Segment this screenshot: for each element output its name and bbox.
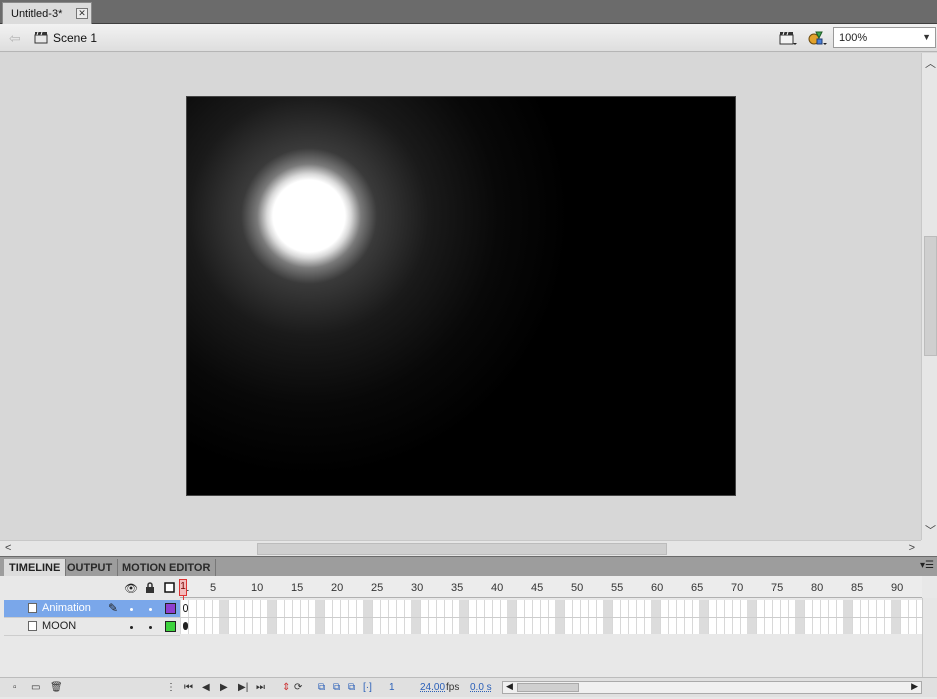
loop-icon[interactable]: ⟳ — [294, 682, 302, 693]
panel-tab-bar: TIMELINE OUTPUT MOTION EDITOR ▾☰ — [0, 556, 937, 577]
onion-skin-outlines-icon[interactable]: ⧉ — [333, 682, 340, 693]
panel-menu-icon[interactable]: ▾☰ — [920, 560, 934, 571]
scroll-up-icon[interactable]: ︿ — [925, 55, 936, 71]
scroll-right-icon[interactable]: ▶ — [911, 681, 918, 692]
back-arrow-icon[interactable]: ⇦ — [9, 30, 21, 47]
visibility-dot[interactable] — [130, 608, 133, 611]
layer-color-swatch[interactable] — [165, 603, 176, 614]
scroll-left-icon[interactable]: < — [5, 542, 11, 554]
keyframe[interactable] — [183, 622, 188, 630]
layer-name[interactable]: MOON — [42, 620, 76, 632]
pencil-icon: ✎ — [108, 601, 119, 615]
ruler-number: 75 — [771, 582, 784, 594]
last-frame-icon[interactable]: ⏭ — [256, 682, 265, 693]
scroll-down-icon[interactable]: ﹀ — [925, 522, 936, 538]
zoom-select[interactable]: 100% ▼ — [833, 27, 936, 48]
lock-dot[interactable] — [149, 608, 152, 611]
ruler-number: 30 — [411, 582, 424, 594]
ruler-number: 65 — [691, 582, 704, 594]
new-folder-icon[interactable]: ▭ — [31, 682, 40, 693]
layer-icon — [28, 603, 37, 613]
eye-icon[interactable]: 👁 — [124, 582, 138, 595]
edit-multiple-frames-icon[interactable]: ⧉ — [348, 682, 355, 693]
scrollbar-thumb[interactable] — [924, 236, 937, 356]
ruler-number: 45 — [531, 582, 544, 594]
edit-symbols-icon[interactable] — [806, 29, 828, 47]
onion-skin-icon[interactable]: ⧉ — [318, 682, 325, 693]
tab-output[interactable]: OUTPUT — [62, 559, 119, 577]
ruler-number: 50 — [571, 582, 584, 594]
ruler-number: 5 — [210, 582, 217, 594]
layer-icon — [28, 621, 37, 631]
stage-canvas[interactable] — [186, 96, 736, 496]
layer-name[interactable]: Animation — [42, 602, 91, 614]
ruler-number: 20 — [331, 582, 344, 594]
center-frame-icon[interactable]: ⇕ — [282, 682, 290, 693]
frame-rate-field[interactable]: 24.00 — [420, 682, 445, 693]
modify-onion-markers-icon[interactable]: [·] — [363, 682, 372, 693]
new-layer-icon[interactable]: ▫ — [13, 682, 17, 693]
ruler-number: 70 — [731, 582, 744, 594]
close-icon[interactable]: ✕ — [76, 8, 88, 19]
tab-motion-editor[interactable]: MOTION EDITOR — [117, 559, 217, 577]
chevron-down-icon: ▼ — [922, 32, 931, 42]
layer-row-moon[interactable]: MOON — [4, 618, 180, 636]
ruler-number: 90 — [891, 582, 904, 594]
ruler-number: 10 — [251, 582, 264, 594]
timeline-status-bar: ▫ ▭ 🗑 ⋮ ⏮ ◀ ▶ ▶| ⏭ ⇕ ⟳ ⧉ ⧉ ⧉ [·] 1 24.00… — [0, 677, 937, 697]
scene-label[interactable]: Scene 1 — [53, 31, 97, 45]
next-frame-icon[interactable]: ▶| — [238, 682, 248, 693]
lock-dot[interactable] — [149, 626, 152, 629]
timeline-vertical-scrollbar[interactable] — [922, 598, 937, 678]
previous-frame-icon[interactable]: ◀ — [202, 682, 210, 693]
scroll-right-icon[interactable]: > — [909, 542, 915, 554]
layer-color-swatch[interactable] — [165, 621, 176, 632]
trash-icon[interactable]: 🗑 — [50, 682, 63, 693]
ruler-number: 55 — [611, 582, 624, 594]
frame-ruler[interactable]: 1 5 10 15 20 25 30 35 40 45 50 55 60 65 … — [180, 576, 922, 598]
lock-icon[interactable] — [145, 582, 155, 596]
edit-scene-icon[interactable] — [778, 29, 798, 47]
tab-timeline[interactable]: TIMELINE — [4, 559, 67, 577]
ruler-number: 15 — [291, 582, 304, 594]
ruler-number: 25 — [371, 582, 384, 594]
first-frame-icon[interactable]: ⏮ — [184, 682, 193, 693]
flash-app-window: Untitled-3* ✕ ⇦ Scene 1 100% ▼ ︿ ﹀ < > T… — [0, 0, 937, 699]
blank-keyframe[interactable] — [183, 604, 188, 612]
grip-icon: ⋮ — [166, 682, 176, 693]
timeline-horizontal-scrollbar[interactable]: ◀ ▶ — [502, 681, 922, 694]
ruler-number: 40 — [491, 582, 504, 594]
frame-row-animation[interactable] — [180, 600, 922, 618]
play-icon[interactable]: ▶ — [220, 682, 228, 693]
document-tab[interactable]: Untitled-3* ✕ — [2, 2, 92, 24]
layer-header: 👁 — [0, 576, 180, 598]
scroll-left-icon[interactable]: ◀ — [506, 681, 513, 692]
timeline-panel: 👁 1 5 10 15 20 25 30 35 40 45 50 55 60 6… — [0, 576, 937, 699]
outline-icon[interactable] — [164, 582, 175, 596]
document-tab-title: Untitled-3* — [11, 7, 63, 20]
ruler-number: 60 — [651, 582, 664, 594]
scrollbar-corner — [921, 540, 937, 556]
scrollbar-thumb[interactable] — [257, 543, 667, 555]
visibility-dot[interactable] — [130, 626, 133, 629]
scrollbar-thumb[interactable] — [517, 683, 579, 692]
edit-bar: ⇦ Scene 1 100% ▼ — [0, 24, 937, 52]
document-tab-bar: Untitled-3* ✕ — [0, 0, 937, 24]
clapperboard-icon — [34, 31, 48, 44]
pasteboard[interactable] — [0, 53, 921, 540]
ruler-number: 35 — [451, 582, 464, 594]
current-frame-field[interactable]: 1 — [389, 682, 395, 693]
stage-horizontal-scrollbar[interactable]: < > — [0, 540, 921, 556]
ruler-number: 85 — [851, 582, 864, 594]
playhead[interactable]: 1 — [179, 579, 187, 596]
zoom-value: 100% — [839, 31, 868, 44]
stage-vertical-scrollbar[interactable]: ︿ ﹀ — [921, 53, 937, 540]
frame-area-empty — [180, 634, 922, 676]
ruler-number: 80 — [811, 582, 824, 594]
layer-row-animation[interactable]: Animation ✎ — [4, 600, 180, 618]
frame-rate-unit: fps — [446, 682, 460, 693]
elapsed-time-field[interactable]: 0.0 s — [470, 682, 492, 693]
moon-shape[interactable] — [265, 172, 355, 262]
